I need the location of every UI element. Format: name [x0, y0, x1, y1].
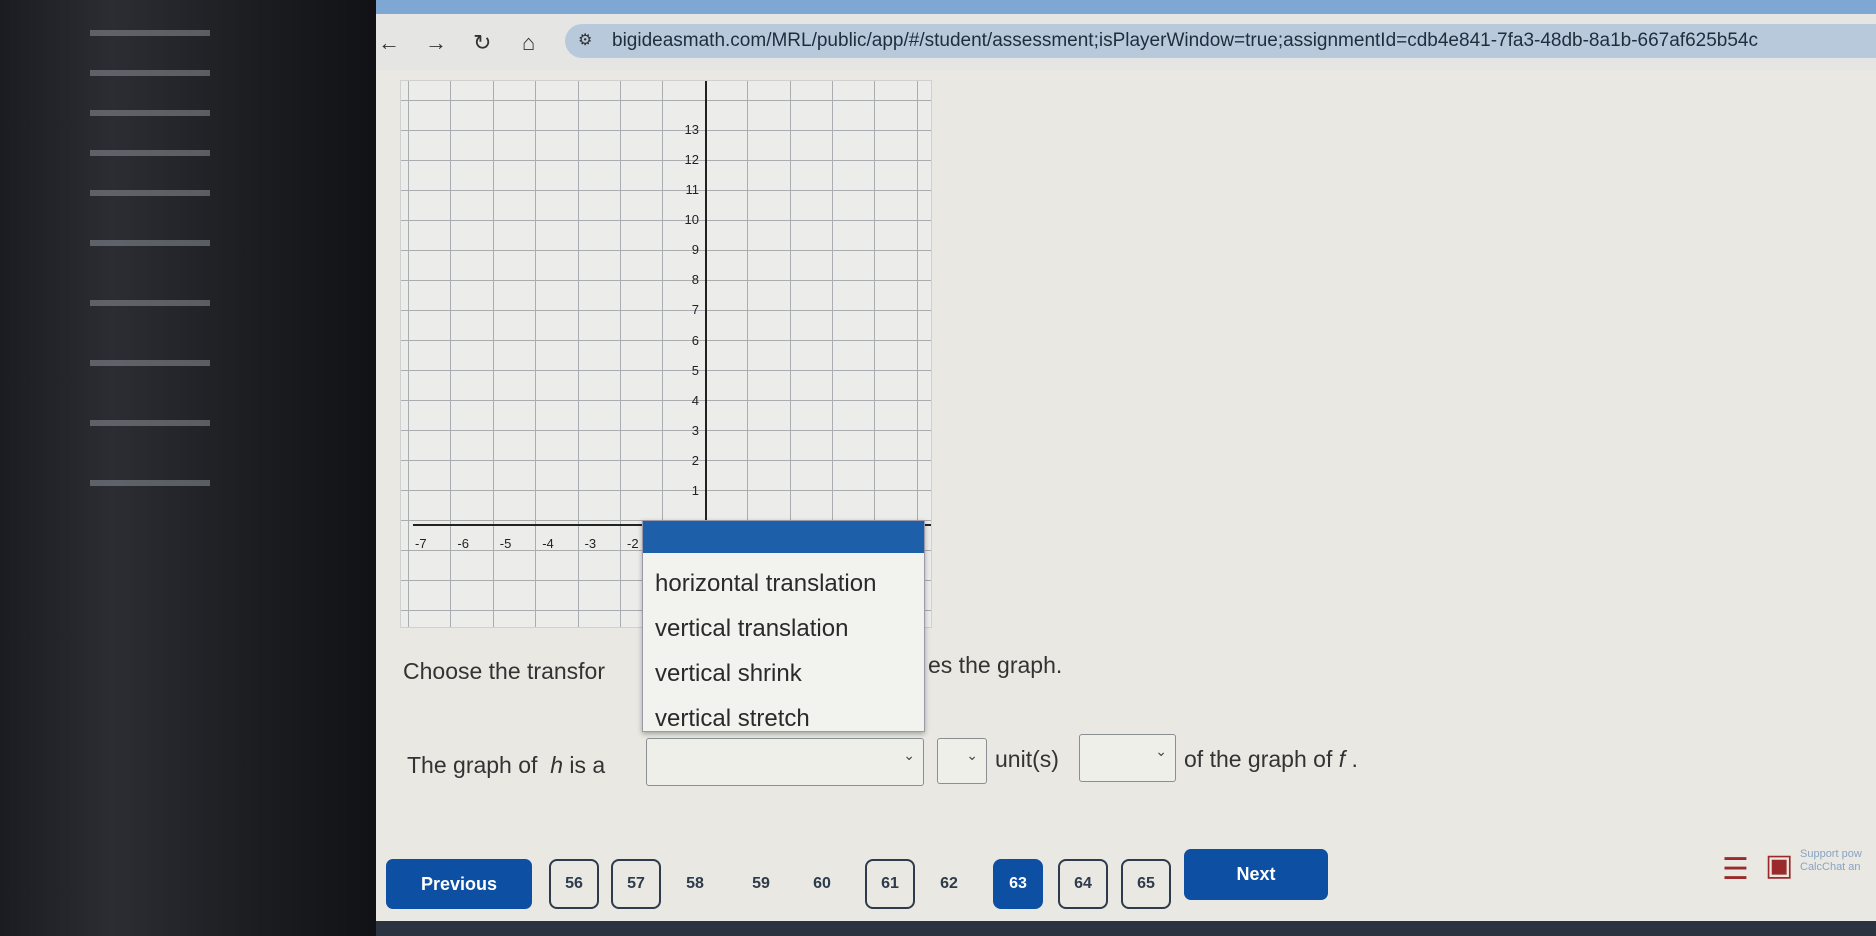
y-tick-label: 2 — [691, 452, 699, 468]
grid-line-vertical — [620, 81, 621, 627]
site-settings-icon[interactable]: ⚙ — [578, 30, 592, 50]
reload-icon[interactable]: ↻ — [473, 30, 491, 56]
function-f: f — [1338, 746, 1346, 772]
y-tick-label: 13 — [684, 121, 699, 137]
y-tick-label: 9 — [691, 242, 699, 258]
background-dark-area — [0, 0, 376, 936]
support-line-2: CalcChat an — [1800, 861, 1861, 873]
chevron-down-icon: ⌄ — [1155, 743, 1167, 759]
grid-line-vertical — [535, 81, 537, 627]
background-blind — [90, 360, 210, 366]
y-tick-label: 1 — [691, 483, 699, 498]
grid-line-horizontal — [401, 100, 931, 101]
dropdown-highlight-row[interactable] — [643, 521, 924, 553]
taskbar — [376, 921, 1876, 936]
support-text: Support pow CalcChat an — [1800, 848, 1862, 874]
option-vertical-stretch[interactable]: vertical stretch — [643, 696, 924, 741]
back-arrow-icon[interactable]: ← — [378, 30, 400, 56]
grid-line-horizontal — [401, 130, 931, 131]
grid-line-vertical — [450, 81, 452, 627]
support-line-1: Support pow — [1800, 848, 1862, 860]
option-vertical-shrink[interactable]: vertical shrink — [643, 651, 924, 696]
x-tick-label: -3 — [584, 536, 597, 551]
grid-line-horizontal — [401, 340, 931, 341]
period: . — [1351, 746, 1358, 772]
background-blind — [90, 30, 210, 36]
page-button-57[interactable]: 57 — [611, 859, 661, 909]
y-tick-label: 11 — [685, 182, 700, 197]
grid-line-horizontal — [401, 430, 931, 431]
browser-tab-strip — [376, 0, 1876, 14]
page-button-60[interactable]: 60 — [802, 859, 842, 909]
y-tick-label: 10 — [684, 212, 699, 228]
y-tick-label: 12 — [684, 151, 699, 167]
background-blind — [90, 240, 210, 246]
grid-line-horizontal — [401, 280, 931, 281]
chevron-down-icon: ⌄ — [903, 747, 915, 763]
direction-select[interactable]: ⌄ — [1079, 734, 1176, 782]
y-tick-label: 8 — [691, 272, 699, 288]
y-tick-label: 3 — [691, 422, 699, 438]
sentence-end: of the graph of f . — [1184, 746, 1358, 773]
option-horizontal-translation[interactable]: horizontal translation — [643, 561, 924, 606]
grid-line-horizontal — [401, 490, 931, 491]
grid-line-horizontal — [401, 370, 931, 371]
background-blind — [90, 190, 210, 196]
transformation-select[interactable]: ⌄ — [646, 738, 924, 786]
label-is-a: is a — [569, 752, 606, 778]
grid-line-horizontal — [401, 220, 931, 221]
x-tick-label: -7 — [415, 536, 427, 551]
grid-line-vertical — [492, 81, 494, 627]
notes-icon[interactable]: ☰ — [1722, 852, 1749, 887]
grid-line-horizontal — [401, 190, 931, 191]
forward-arrow-icon[interactable]: → — [425, 30, 447, 56]
y-axis — [705, 81, 707, 521]
label-of-the-graph-of: of the graph of — [1184, 746, 1333, 772]
background-blind — [90, 300, 210, 306]
y-tick-label: 7 — [691, 302, 699, 318]
chevron-down-icon: ⌄ — [966, 747, 978, 763]
grid-line-horizontal — [401, 310, 931, 311]
page-button-56[interactable]: 56 — [549, 859, 599, 909]
background-blind — [90, 110, 210, 116]
background-blind — [90, 70, 210, 76]
amount-select[interactable]: ⌄ — [937, 738, 987, 784]
grid-line-horizontal — [401, 250, 931, 251]
label-the-graph-of: The graph of — [407, 752, 538, 778]
url-text[interactable]: bigideasmath.com/MRL/public/app/#/studen… — [612, 30, 1758, 52]
y-tick-label: 4 — [691, 392, 699, 408]
prompt-text-end: es the graph. — [928, 652, 1063, 678]
home-icon[interactable]: ⌂ — [522, 30, 535, 56]
background-blind — [90, 150, 210, 156]
page-button-64[interactable]: 64 — [1058, 859, 1108, 909]
background-blind — [90, 420, 210, 426]
page-button-62[interactable]: 62 — [929, 859, 969, 909]
grid-line-vertical — [577, 81, 579, 627]
option-vertical-translation[interactable]: vertical translation — [643, 606, 924, 651]
x-tick-label: -4 — [542, 536, 554, 551]
page-button-58[interactable]: 58 — [675, 859, 715, 909]
x-tick-label: -6 — [457, 536, 469, 551]
grid-line-horizontal — [401, 460, 931, 461]
y-tick-label: 5 — [691, 362, 699, 378]
page-button-63[interactable]: 63 — [993, 859, 1043, 909]
calcchat-tv-icon[interactable]: ▣ — [1765, 848, 1793, 883]
previous-button[interactable]: Previous — [386, 859, 532, 909]
x-tick-label: -5 — [499, 536, 512, 551]
transformation-dropdown-menu[interactable]: horizontal translation vertical translat… — [642, 520, 925, 732]
page-button-65[interactable]: 65 — [1121, 859, 1171, 909]
grid-line-vertical — [408, 81, 409, 627]
prompt-text-start: Choose the transfor — [403, 658, 606, 684]
x-tick-label: -2 — [627, 536, 639, 551]
units-label: unit(s) — [995, 746, 1059, 772]
background-blind — [90, 480, 210, 486]
grid-line-horizontal — [401, 160, 931, 161]
y-tick-label: 6 — [691, 332, 699, 348]
grid-line-horizontal — [401, 400, 931, 401]
page-button-59[interactable]: 59 — [741, 859, 781, 909]
sentence-start: The graph of h is a — [407, 752, 605, 779]
function-h: h — [550, 752, 563, 778]
next-button[interactable]: Next — [1184, 849, 1328, 900]
page-button-61[interactable]: 61 — [865, 859, 915, 909]
